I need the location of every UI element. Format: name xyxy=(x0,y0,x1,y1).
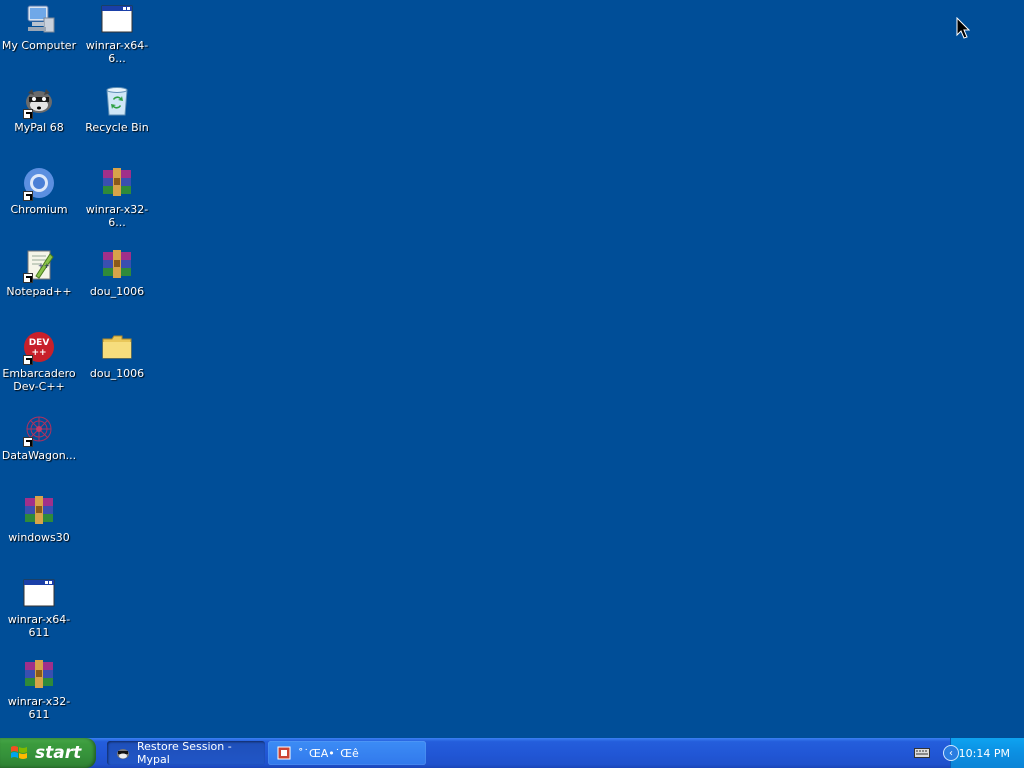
desktop-icon-label: Recycle Bin xyxy=(85,121,149,134)
chromium-icon xyxy=(22,166,56,201)
desktop-icon-windows30[interactable]: windows30 xyxy=(0,494,78,544)
mouse-cursor-icon xyxy=(956,17,970,39)
desktop-icon-dou-1006-folder[interactable]: dou_1006 xyxy=(78,330,156,380)
shortcut-arrow-icon xyxy=(23,437,33,447)
mypal-raccoon-icon xyxy=(22,84,56,119)
recycle-bin-icon xyxy=(100,84,134,118)
desktop-icon-label: My Computer xyxy=(1,39,77,52)
winrar-archive-icon xyxy=(22,494,56,528)
window-app-icon xyxy=(22,576,56,610)
devcpp-icon: DEV ++ xyxy=(22,330,56,365)
desktop-icon-devcpp[interactable]: DEV ++ Embarcadero Dev-C++ xyxy=(0,330,78,393)
shortcut-arrow-icon xyxy=(23,109,33,119)
desktop-icon-label: winrar-x32-611 xyxy=(7,695,71,721)
datawagon-icon xyxy=(22,412,56,447)
desktop-icon-label: windows30 xyxy=(8,531,70,544)
shortcut-arrow-icon xyxy=(23,355,33,365)
taskbar-button-mypal[interactable]: Restore Session - Mypal xyxy=(107,740,265,766)
desktop-icon-label: Chromium xyxy=(10,203,68,216)
start-label: start xyxy=(35,743,82,763)
desktop-icon-winrar-x32-611[interactable]: winrar-x32-611 xyxy=(0,658,78,721)
desktop-icon-label: winrar-x64-611 xyxy=(7,613,71,639)
app-game-icon xyxy=(276,745,292,761)
desktop-icon-label: MyPal 68 xyxy=(14,121,64,134)
taskbar: start Restore Session - Mypal ˚˙ŒA•˙Œê ‹… xyxy=(0,738,1024,768)
winrar-archive-icon xyxy=(22,658,56,692)
notepad-plus-plus-icon: ++ xyxy=(22,248,56,283)
winrar-archive-icon xyxy=(100,166,134,200)
desktop-icon-recycle-bin[interactable]: Recycle Bin xyxy=(78,84,156,134)
desktop-icon-winrar-x32-6[interactable]: winrar-x32-6... xyxy=(78,166,156,229)
desktop-icon-label: winrar-x64-6... xyxy=(85,39,149,65)
desktop-icon-label: DataWagon... xyxy=(1,449,77,462)
mypal-raccoon-icon xyxy=(115,745,131,761)
svg-text:++: ++ xyxy=(38,262,50,270)
keyboard-icon xyxy=(914,748,930,758)
desktop-icon-notepadpp[interactable]: ++ Notepad++ xyxy=(0,248,78,298)
svg-text:DEV: DEV xyxy=(29,338,50,348)
tray-chevron-icon[interactable]: ‹ xyxy=(943,745,959,761)
desktop-icon-label: Notepad++ xyxy=(6,285,72,298)
shortcut-arrow-icon xyxy=(23,191,33,201)
desktop-icon-label: Embarcadero Dev-C++ xyxy=(2,367,76,393)
windows-flag-icon xyxy=(9,743,29,763)
desktop-icon-chromium[interactable]: Chromium xyxy=(0,166,78,216)
clock[interactable]: 10:14 PM xyxy=(959,747,1010,760)
shortcut-arrow-icon xyxy=(23,273,33,283)
desktop-icon-mypal[interactable]: MyPal 68 xyxy=(0,84,78,134)
winrar-archive-icon xyxy=(100,248,134,282)
task-label: ˚˙ŒA•˙Œê xyxy=(298,746,359,760)
start-button[interactable]: start xyxy=(0,738,96,768)
desktop-icon-label: dou_1006 xyxy=(89,285,145,298)
window-app-icon xyxy=(100,2,134,36)
folder-icon xyxy=(100,330,134,364)
desktop-icon-label: winrar-x32-6... xyxy=(85,203,149,229)
desktop-icon-winrar-x64-6[interactable]: winrar-x64-6... xyxy=(78,2,156,65)
keyboard-layout-indicator[interactable] xyxy=(914,738,930,768)
desktop-icon-winrar-x64-611[interactable]: winrar-x64-611 xyxy=(0,576,78,639)
system-tray: ‹ 10:14 PM xyxy=(943,738,1024,768)
desktop-icon-dou-1006-archive[interactable]: dou_1006 xyxy=(78,248,156,298)
my-computer-icon xyxy=(22,2,56,36)
task-label: Restore Session - Mypal xyxy=(137,740,232,766)
desktop-icon-label: dou_1006 xyxy=(89,367,145,380)
taskbar-button-game[interactable]: ˚˙ŒA•˙Œê xyxy=(268,741,426,765)
desktop-icon-datawagon[interactable]: DataWagon... xyxy=(0,412,78,462)
svg-text:++: ++ xyxy=(31,348,46,358)
desktop[interactable]: My Computer MyPal 68 Chromium ++ Notepad… xyxy=(0,0,1024,738)
desktop-icon-my-computer[interactable]: My Computer xyxy=(0,2,78,52)
